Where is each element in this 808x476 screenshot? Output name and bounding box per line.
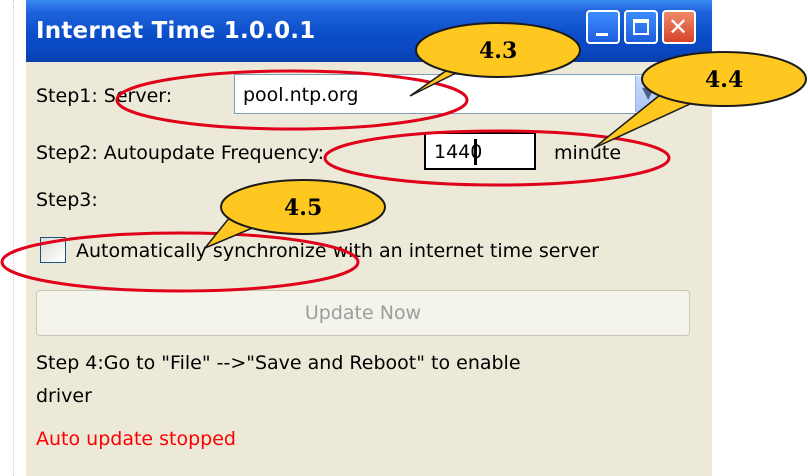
text-caret bbox=[474, 139, 477, 165]
close-button[interactable]: ✕ bbox=[662, 10, 696, 44]
frequency-input[interactable]: 1440 bbox=[424, 132, 536, 170]
title-bar[interactable]: Internet Time 1.0.0.1 ✕ bbox=[26, 0, 712, 62]
internet-time-window: Internet Time 1.0.0.1 ✕ Step1: Server: p… bbox=[26, 0, 712, 476]
close-icon: ✕ bbox=[668, 13, 689, 41]
page-margin bbox=[0, 0, 26, 476]
step2-label: Step2: Autoupdate Frequency: bbox=[36, 142, 325, 164]
update-now-button[interactable]: Update Now bbox=[36, 290, 690, 336]
server-value: pool.ntp.org bbox=[243, 84, 359, 106]
page-margin-right bbox=[712, 0, 808, 476]
chevron-down-icon: ▼ bbox=[642, 83, 655, 102]
maximize-icon bbox=[633, 19, 649, 35]
auto-sync-checkbox[interactable] bbox=[40, 237, 66, 263]
status-text: Auto update stopped bbox=[36, 428, 236, 450]
server-select[interactable]: pool.ntp.org ▼ bbox=[234, 74, 664, 114]
minimize-button[interactable] bbox=[586, 10, 620, 44]
server-dropdown-button[interactable]: ▼ bbox=[635, 76, 662, 112]
frequency-unit: minute bbox=[554, 142, 622, 164]
window-title: Internet Time 1.0.0.1 bbox=[36, 18, 316, 44]
step4-line1: Step 4:Go to "File" -->"Save and Reboot"… bbox=[36, 352, 521, 374]
maximize-button[interactable] bbox=[624, 10, 658, 44]
auto-sync-label[interactable]: Automatically synchronize with an intern… bbox=[76, 240, 599, 262]
minimize-icon bbox=[596, 33, 608, 36]
update-now-label: Update Now bbox=[304, 302, 422, 324]
step4-line2: driver bbox=[36, 385, 92, 407]
step3-label: Step3: bbox=[36, 189, 98, 211]
dotted-guide bbox=[13, 0, 14, 476]
step1-label: Step1: Server: bbox=[36, 85, 173, 107]
